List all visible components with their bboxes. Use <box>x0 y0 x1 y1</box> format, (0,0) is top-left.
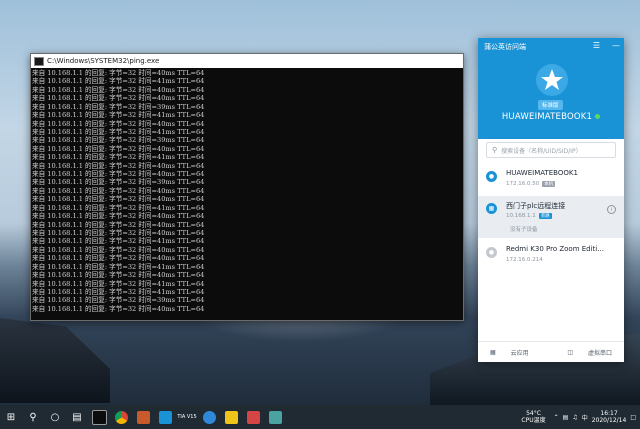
console-line: 来自 10.168.1.1 的回复: 字节=32 时间=40ms TTL=64 <box>32 85 205 94</box>
device-item-phone[interactable]: ● Redmi K30 Pro Zoom Editi... 172.16.0.2… <box>478 240 624 270</box>
console-line: 来自 10.168.1.1 的回复: 字节=32 时间=40ms TTL=64 <box>32 254 205 263</box>
system-tray: 54°C CPU温度 ⌃ ▤ ♫ 中 16:17 2020/12/14 □ <box>521 405 640 429</box>
console-line: 来自 10.168.1.1 的回复: 字节=32 时间=39ms TTL=64 <box>32 178 205 187</box>
tia-portal-icon[interactable]: TIA V15 <box>176 405 198 429</box>
task-view-icon[interactable]: ▤ <box>66 405 88 429</box>
search-icon: ⚲ <box>492 146 498 154</box>
chrome-icon[interactable] <box>110 405 132 429</box>
device-item-ip: 172.16.0.214 <box>506 257 543 263</box>
paint-icon[interactable] <box>242 405 264 429</box>
console-title: C:\Windows\SYSTEM32\ping.exe <box>47 57 160 65</box>
console-line: 来自 10.168.1.1 的回复: 字节=32 时间=40ms TTL=64 <box>32 220 205 229</box>
cpu-temp[interactable]: 54°C CPU温度 <box>521 410 545 424</box>
edge-icon[interactable] <box>198 405 220 429</box>
terminal-icon[interactable] <box>88 405 110 429</box>
minimize-icon[interactable]: — <box>612 41 620 50</box>
grid-icon: ▦ <box>490 348 496 356</box>
device-item-plc[interactable]: ▦ 西门子plc远程连接 10.168.1.1 旁路 没有子设备 i <box>478 196 624 238</box>
online-status-icon <box>595 114 601 119</box>
user-icon: ● <box>486 171 497 182</box>
search-icon[interactable]: ⚲ <box>22 405 44 429</box>
console-icon <box>34 56 44 66</box>
user-icon: ● <box>486 247 497 258</box>
explorer-icon[interactable] <box>220 405 242 429</box>
console-line: 来自 10.168.1.1 的回复: 字节=32 时间=40ms TTL=64 <box>32 161 205 170</box>
local-tag: 本机 <box>542 181 556 187</box>
console-line: 来自 10.168.1.1 的回复: 字节=32 时间=41ms TTL=64 <box>32 111 205 120</box>
device-item-name: 西门子plc远程连接 <box>506 202 566 210</box>
info-icon[interactable]: i <box>607 205 616 214</box>
volume-icon[interactable]: ♫ <box>572 414 577 421</box>
cortana-icon[interactable]: ○ <box>44 405 66 429</box>
console-line: 来自 10.168.1.1 的回复: 字节=32 时间=39ms TTL=64 <box>32 136 205 145</box>
app-icon[interactable] <box>154 405 176 429</box>
window-icon[interactable] <box>264 405 286 429</box>
console-line: 来自 10.168.1.1 的回复: 字节=32 时间=39ms TTL=64 <box>32 296 205 305</box>
device-item-local[interactable]: ● HUAWEIMATEBOOK1 172.16.0.50 本机 <box>478 164 624 194</box>
network-icon[interactable]: ▤ <box>563 414 569 421</box>
windows-icon[interactable]: ⊞ <box>0 405 22 429</box>
virtual-serial-button[interactable]: ◫ 虚拟串口 <box>555 348 624 357</box>
ime-indicator[interactable]: 中 <box>582 413 588 422</box>
console-line: 来自 10.168.1.1 的回复: 字节=32 时间=41ms TTL=64 <box>32 279 205 288</box>
serial-icon: ◫ <box>567 348 573 356</box>
console-line: 来自 10.168.1.1 的回复: 字节=32 时间=41ms TTL=64 <box>32 237 205 246</box>
device-name: HUAWEIMATEBOOK1 <box>478 112 624 122</box>
device-item-ip: 10.168.1.1 旁路 <box>506 213 552 219</box>
taskbar: ⊞ ⚲ ○ ▤ TIA V15 54°C CPU温度 ⌃ ▤ ♫ 中 16:17… <box>0 405 640 429</box>
console-line: 来自 10.168.1.1 的回复: 字节=32 时间=39ms TTL=64 <box>32 102 205 111</box>
cloud-app-button[interactable]: ▦ 云应用 <box>478 348 541 357</box>
notification-icon[interactable]: □ <box>630 414 636 421</box>
no-subdevice-text: 没有子设备 <box>510 227 538 233</box>
console-line: 来自 10.168.1.1 的回复: 字节=32 时间=40ms TTL=64 <box>32 119 205 128</box>
pgy-visitor-panel: 蒲公英访问端 ☰ — 标准版 HUAWEIMATEBOOK1 ⚲ 搜索设备（名称… <box>478 38 624 362</box>
menu-icon[interactable]: ☰ <box>593 41 600 50</box>
panel-footer: ▦ 云应用 ◫ 虚拟串口 <box>478 341 624 362</box>
device-item-ip: 172.16.0.50 本机 <box>506 181 556 187</box>
clock[interactable]: 16:17 2020/12/14 <box>592 410 627 424</box>
console-line: 来自 10.168.1.1 的回复: 字节=32 时间=40ms TTL=64 <box>32 195 205 204</box>
console-output: 来自 10.168.1.1 的回复: 字节=32 时间=40ms TTL=64 来… <box>31 68 463 319</box>
console-line: 来自 10.168.1.1 的回复: 字节=32 时间=41ms TTL=64 <box>32 262 205 271</box>
bypass-tag: 旁路 <box>538 213 552 219</box>
edition-badge: 标准版 <box>538 100 563 110</box>
console-line: 来自 10.168.1.1 的回复: 字节=32 时间=40ms TTL=64 <box>32 144 205 153</box>
console-titlebar[interactable]: C:\Windows\SYSTEM32\ping.exe <box>31 54 463 68</box>
console-line: 来自 10.168.1.1 的回复: 字节=32 时间=40ms TTL=64 <box>32 212 205 221</box>
console-line: 来自 10.168.1.1 的回复: 字节=32 时间=40ms TTL=64 <box>32 304 205 313</box>
console-line: 来自 10.168.1.1 的回复: 字节=32 时间=40ms TTL=64 <box>32 271 205 280</box>
group-icon: ▦ <box>486 203 497 214</box>
panel-title: 蒲公英访问端 <box>484 43 526 51</box>
device-item-name: HUAWEIMATEBOOK1 <box>506 169 578 177</box>
photo-icon[interactable] <box>132 405 154 429</box>
search-placeholder: 搜索设备（名称/UID/SID/IP） <box>501 147 582 155</box>
panel-header: 蒲公英访问端 ☰ — 标准版 HUAWEIMATEBOOK1 <box>478 38 624 139</box>
console-line: 来自 10.168.1.1 的回复: 字节=32 时间=40ms TTL=64 <box>32 94 205 103</box>
star-logo-icon <box>536 64 568 96</box>
ping-console-window[interactable]: C:\Windows\SYSTEM32\ping.exe 来自 10.168.1… <box>30 53 464 321</box>
up-arrow-icon[interactable]: ⌃ <box>554 414 559 421</box>
wallpaper-rocks <box>0 318 110 403</box>
device-search-input[interactable]: ⚲ 搜索设备（名称/UID/SID/IP） <box>486 142 616 158</box>
console-line: 来自 10.168.1.1 的回复: 字节=32 时间=41ms TTL=64 <box>32 153 205 162</box>
console-line: 来自 10.168.1.1 的回复: 字节=32 时间=41ms TTL=64 <box>32 77 205 86</box>
console-line: 来自 10.168.1.1 的回复: 字节=32 时间=41ms TTL=64 <box>32 203 205 212</box>
device-item-name: Redmi K30 Pro Zoom Editi... <box>506 245 604 253</box>
